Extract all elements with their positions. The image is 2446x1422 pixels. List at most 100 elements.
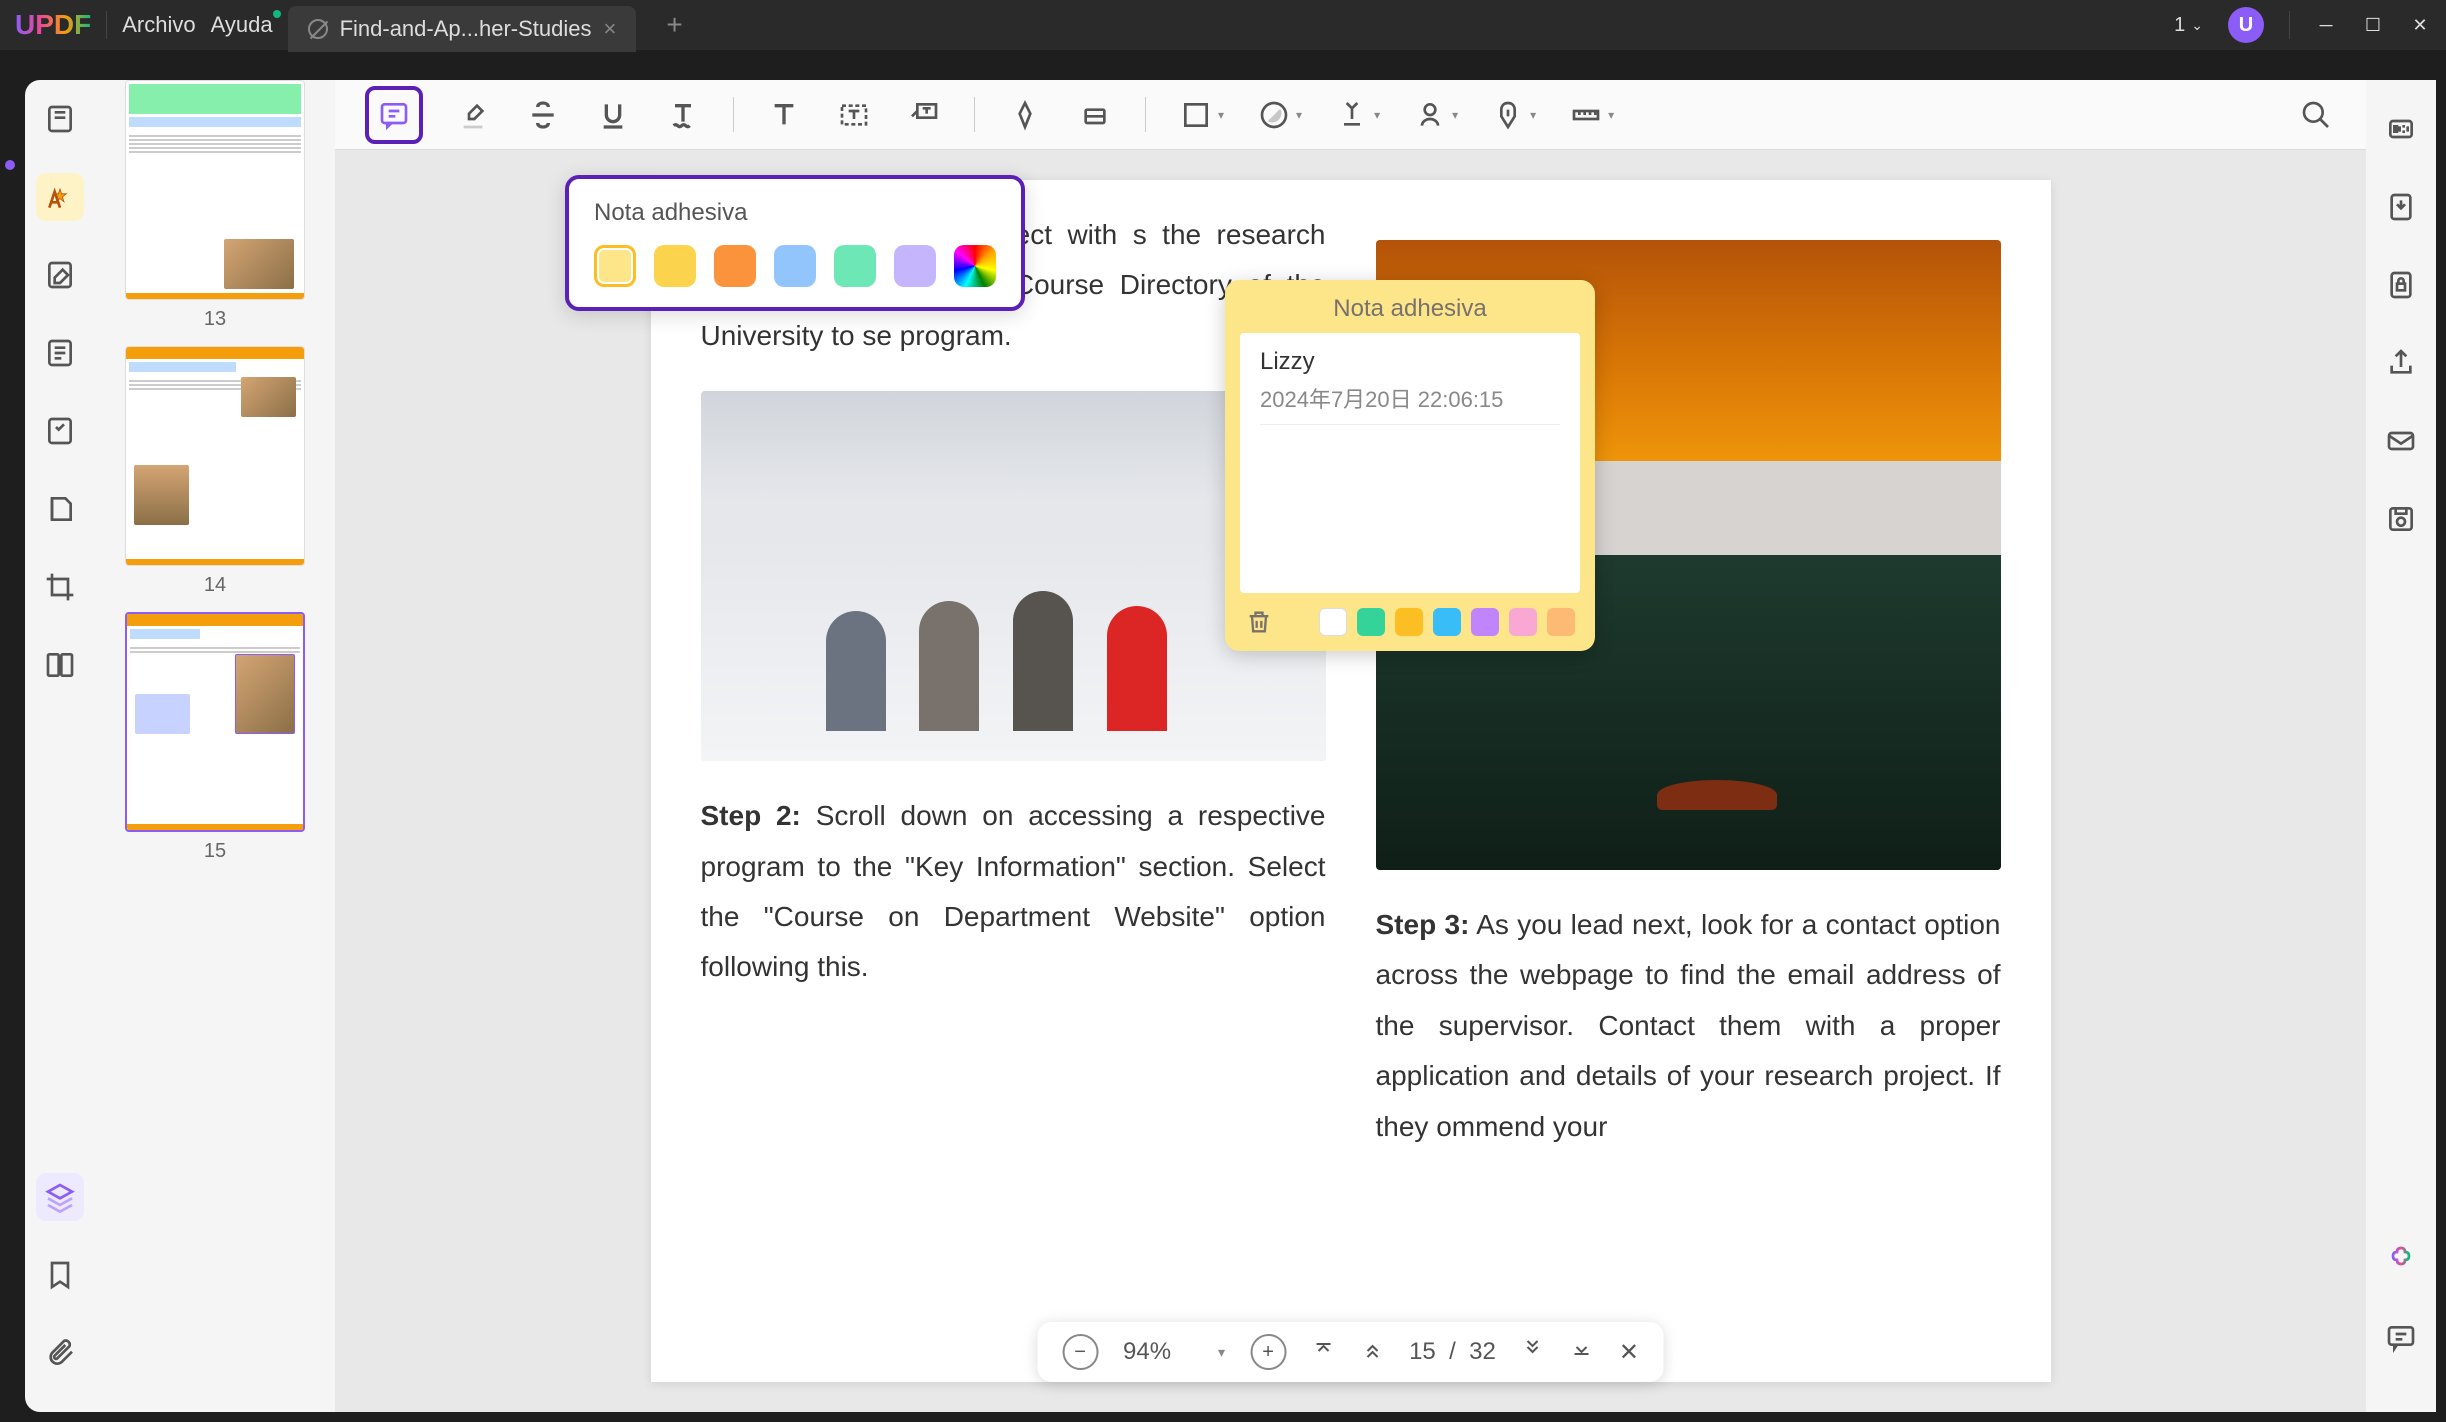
email-icon[interactable] [2377,417,2425,465]
thumbnail-14[interactable]: 14 [125,346,305,597]
zoom-in-button[interactable]: + [1250,1334,1286,1370]
comment-panel-icon[interactable] [2377,1314,2425,1362]
convert-icon[interactable] [2377,183,2425,231]
doc-paragraph: Step 2: Scroll down on accessing a respe… [701,791,1326,993]
form-mode-icon[interactable] [36,407,84,455]
menu-help[interactable]: Ayuda [211,12,273,38]
color-swatch-purple[interactable] [894,245,936,287]
add-tab-button[interactable]: + [666,9,682,41]
note-color-green[interactable] [1357,608,1385,636]
sticky-note-title: Nota adhesiva [1225,280,1595,333]
layers-icon[interactable] [36,1173,84,1221]
app-logo: UPDF [15,9,91,41]
close-button[interactable]: ✕ [2409,14,2431,36]
sign-tool[interactable]: ▾ [1488,95,1536,135]
zoom-dropdown[interactable]: ▾ [1218,1344,1225,1361]
underline-tool[interactable] [593,95,633,135]
signature-tool[interactable]: ▾ [1410,95,1458,135]
thumb-label: 14 [204,574,226,597]
left-sidebar [25,80,95,1412]
page-indicator[interactable]: 15 / 32 [1409,1338,1496,1366]
color-swatch-yellow-light[interactable] [594,245,636,287]
ai-assistant-icon[interactable] [2377,1236,2425,1284]
document-tab[interactable]: Find-and-Ap...her-Studies × [288,6,637,52]
redact-icon[interactable] [36,485,84,533]
prev-page-button[interactable] [1360,1337,1384,1367]
close-zoom-bar[interactable]: ✕ [1619,1338,1639,1367]
highlight-tool[interactable] [453,95,493,135]
purple-indicator-dot [5,160,15,170]
note-color-yellow[interactable] [1395,608,1423,636]
shape-tool[interactable]: ▾ [1176,95,1224,135]
bookmark-icon[interactable] [36,1251,84,1299]
text-tool[interactable] [764,95,804,135]
color-swatch-blue[interactable] [774,245,816,287]
sticky-note-body[interactable]: Lizzy 2024年7月20日 22:06:15 [1240,333,1580,593]
separator [733,97,734,132]
workspace: 13 14 15 ▾ ▾ ▾ ▾ [25,80,2436,1412]
maximize-button[interactable]: ☐ [2362,14,2384,36]
sticky-note-date: 2024年7月20日 22:06:15 [1260,382,1560,425]
user-avatar[interactable]: U [2228,7,2264,43]
protect-icon[interactable] [2377,261,2425,309]
thumbnail-15[interactable]: 15 [125,612,305,863]
eraser-tool[interactable] [1075,95,1115,135]
next-page-button[interactable] [1521,1337,1545,1367]
annotate-mode-icon[interactable] [36,173,84,221]
zoom-out-button[interactable]: − [1062,1334,1098,1370]
zoom-navigation-bar: − 94% ▾ + 15 / 32 ✕ [1037,1322,1664,1382]
divider [106,11,107,39]
stamp-tool[interactable]: ▾ [1332,95,1380,135]
window-count[interactable]: 1 ⌄ [2174,14,2203,37]
strikethrough-tool[interactable] [523,95,563,135]
edit-mode-icon[interactable] [36,251,84,299]
textbox-tool[interactable] [834,95,874,135]
search-icon[interactable] [2296,95,2336,135]
sticky-note-tool[interactable] [365,86,423,144]
note-color-purple[interactable] [1471,608,1499,636]
thumb-label: 15 [204,840,226,863]
color-swatch-orange[interactable] [714,245,756,287]
thumb-label: 13 [204,308,226,331]
color-swatch-yellow[interactable] [654,245,696,287]
popup-title: Nota adhesiva [594,199,996,227]
tab-close-button[interactable]: × [603,16,616,42]
compare-icon[interactable] [36,641,84,689]
ocr-icon[interactable] [2377,105,2425,153]
annotation-toolbar: ▾ ▾ ▾ ▾ ▾ ▾ [335,80,2366,150]
doc-paragraph: Step 3: As you lead next, look for a con… [1376,900,2001,1152]
titlebar: UPDF Archivo Ayuda Find-and-Ap...her-Stu… [0,0,2446,50]
separator [974,97,975,132]
squiggly-tool[interactable] [663,95,703,135]
zoom-value: 94% [1123,1338,1193,1366]
note-color-orange[interactable] [1547,608,1575,636]
right-sidebar [2366,80,2436,1412]
save-icon[interactable] [2377,495,2425,543]
organize-mode-icon[interactable] [36,329,84,377]
pencil-tool[interactable] [1005,95,1045,135]
color-swatch-custom[interactable] [954,245,996,287]
sticky-note-popup[interactable]: Nota adhesiva Lizzy 2024年7月20日 22:06:15 [1225,280,1595,651]
first-page-button[interactable] [1311,1337,1335,1367]
trash-icon[interactable] [1245,608,1273,636]
callout-tool[interactable] [904,95,944,135]
minimize-button[interactable]: ─ [2315,14,2337,36]
crop-icon[interactable] [36,563,84,611]
color-swatch-green[interactable] [834,245,876,287]
note-color-pink[interactable] [1509,608,1537,636]
thumbnail-13[interactable]: 13 [125,80,305,331]
menu-file[interactable]: Archivo [122,12,195,38]
note-color-white[interactable] [1319,608,1347,636]
sticker-tool[interactable]: ▾ [1254,95,1302,135]
divider [2289,11,2290,39]
sticky-note-author: Lizzy [1260,348,1560,376]
separator [1145,97,1146,132]
share-icon[interactable] [2377,339,2425,387]
note-color-blue[interactable] [1433,608,1461,636]
reader-mode-icon[interactable] [36,95,84,143]
sticky-note-color-popup: Nota adhesiva [565,175,1025,311]
attachment-icon[interactable] [36,1329,84,1377]
last-page-button[interactable] [1570,1337,1594,1367]
measure-tool[interactable]: ▾ [1566,95,1614,135]
tab-title: Find-and-Ap...her-Studies [340,16,592,42]
